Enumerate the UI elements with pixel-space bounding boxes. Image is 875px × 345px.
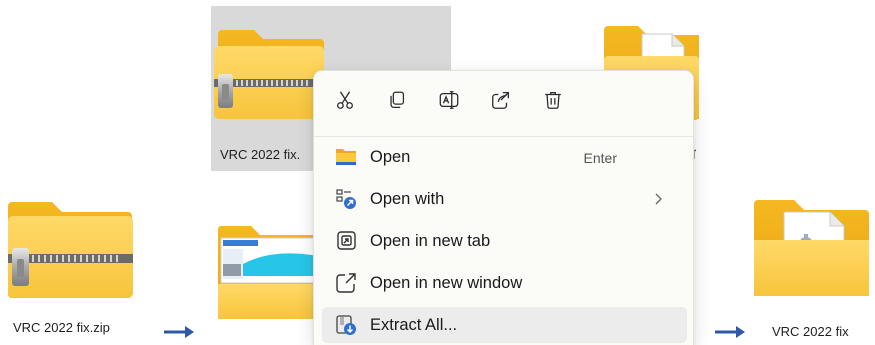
- share-button[interactable]: [482, 81, 520, 119]
- zip-folder-icon[interactable]: [214, 22, 324, 122]
- menu-item-label: Open: [370, 148, 411, 166]
- delete-button[interactable]: [534, 81, 572, 119]
- copy-button[interactable]: [378, 81, 416, 119]
- new-window-icon: [336, 273, 356, 293]
- folder-icon[interactable]: [754, 198, 869, 298]
- delete-icon: [545, 92, 561, 109]
- context-menu: Open Enter Open with Open in new tab Ope…: [313, 70, 694, 345]
- share-icon: [492, 92, 509, 109]
- menu-item-label: Open in new window: [370, 274, 523, 292]
- menu-item-label: Extract All...: [370, 316, 458, 334]
- menu-item-label: Open with: [370, 190, 445, 208]
- zip-folder-icon[interactable]: [8, 200, 133, 300]
- folder-with-images-icon[interactable]: [218, 224, 319, 319]
- new-tab-icon: [337, 231, 356, 250]
- arrow-right-icon: [164, 326, 194, 338]
- folder-label: VRC 2022 fix: [772, 324, 849, 339]
- cut-icon: [337, 91, 353, 109]
- menu-item-open-new-window[interactable]: Open in new window: [322, 265, 687, 301]
- quick-actions-bar: [314, 81, 693, 119]
- chevron-right-icon: [655, 193, 662, 205]
- arrow-right-icon: [715, 326, 745, 338]
- cut-button[interactable]: [326, 81, 364, 119]
- copy-icon: [390, 91, 405, 108]
- shortcut-text: Enter: [583, 150, 617, 166]
- rename-button[interactable]: [430, 81, 468, 119]
- menu-item-extract-all[interactable]: Extract All...: [322, 307, 687, 343]
- extract-icon: [336, 315, 356, 335]
- menu-separator: [314, 136, 693, 137]
- menu-item-open-new-tab[interactable]: Open in new tab: [322, 223, 687, 259]
- rename-icon: [439, 91, 459, 109]
- folder-icon: [336, 149, 356, 165]
- zip-file-label: VRC 2022 fix.zip: [13, 320, 110, 335]
- menu-item-open-with[interactable]: Open with: [322, 181, 687, 217]
- selected-file-label: VRC 2022 fix.: [220, 147, 301, 162]
- menu-item-open[interactable]: Open Enter: [322, 139, 687, 175]
- open-with-icon: [336, 189, 356, 209]
- menu-item-label: Open in new tab: [370, 232, 491, 250]
